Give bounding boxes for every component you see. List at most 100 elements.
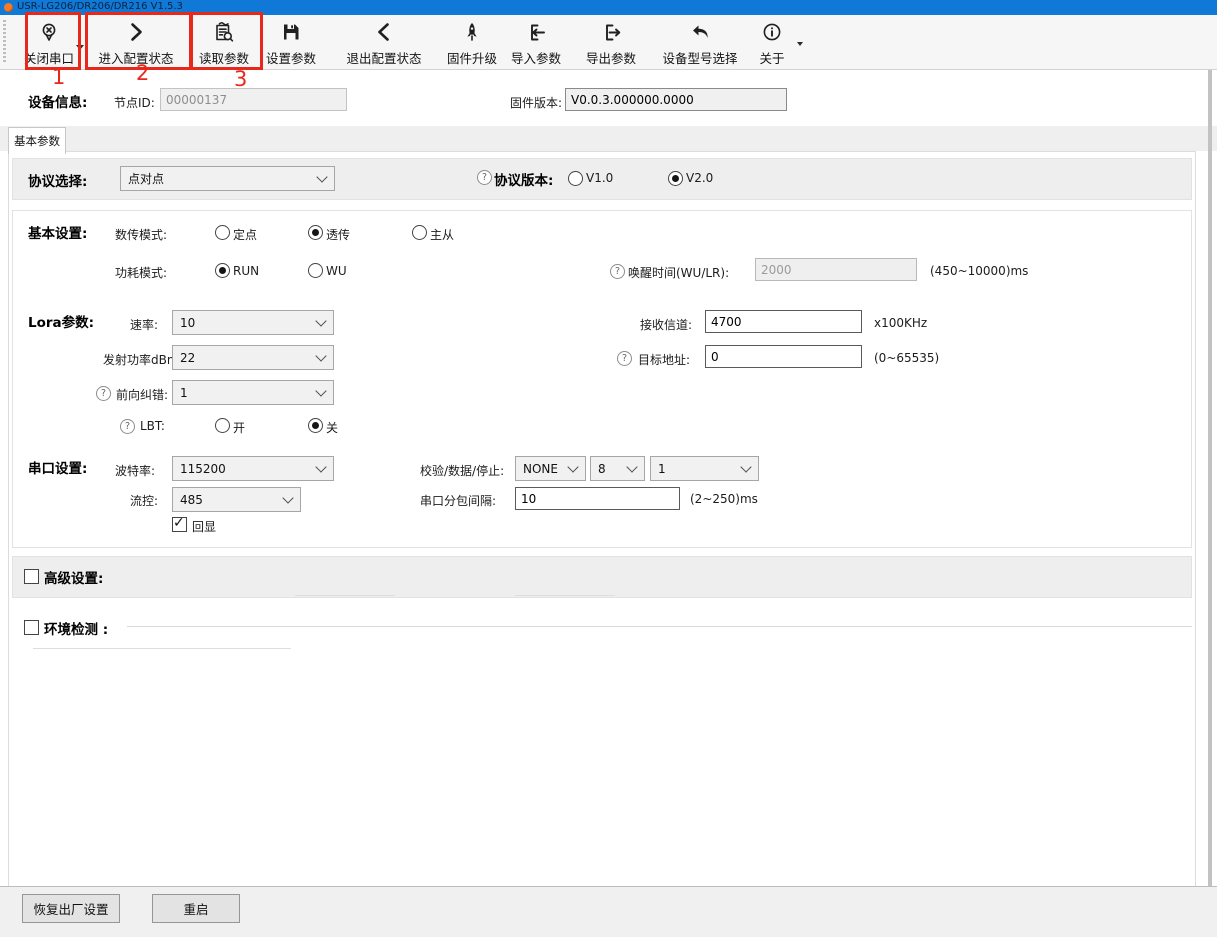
echo-label: 回显 — [192, 518, 216, 535]
target-addr-field[interactable] — [705, 345, 862, 368]
radio-lbt-on[interactable] — [215, 418, 230, 433]
protocol-select-label: 协议选择: — [28, 170, 87, 190]
tx-power-value: 22 — [180, 351, 195, 365]
chevron-down-icon — [315, 461, 326, 472]
power-mode-label: 功耗模式: — [115, 264, 167, 281]
annotation-box-1 — [25, 12, 81, 70]
fec-value: 1 — [180, 386, 188, 400]
radio-protocol-v1-label: V1.0 — [586, 171, 613, 185]
toolbar-button-label: 设备型号选择 — [662, 52, 737, 66]
packet-interval-label: 串口分包间隔: — [420, 492, 496, 509]
flow-control-label: 流控: — [130, 492, 158, 509]
toolbar-button-label: 导入参数 — [511, 52, 561, 66]
baud-label: 波特率: — [115, 462, 155, 479]
import-params-button[interactable]: 导入参数 — [508, 18, 564, 66]
radio-protocol-v1[interactable] — [568, 171, 583, 186]
rx-channel-unit: x100KHz — [874, 316, 927, 330]
tab-strip — [0, 126, 1217, 151]
toolbar-button-label: 退出配置状态 — [346, 52, 421, 66]
annotation-number-3: 3 — [234, 69, 247, 90]
toolbar-button-label: 固件升级 — [447, 52, 497, 66]
radio-lbt-off-label: 关 — [326, 419, 338, 436]
packet-interval-hint: (2~250)ms — [690, 492, 758, 506]
protocol-version-label: 协议版本: — [494, 169, 553, 189]
tx-power-label: 发射功率dBm: — [103, 351, 183, 368]
radio-mode-fixed[interactable] — [215, 225, 230, 240]
data-bits-value: 8 — [598, 462, 606, 476]
parity-dropdown[interactable]: NONE — [515, 456, 586, 481]
scrollbar[interactable] — [1208, 70, 1212, 936]
radio-protocol-v2-label: V2.0 — [686, 171, 713, 185]
rx-channel-field[interactable] — [705, 310, 862, 333]
chevron-down-icon — [316, 171, 327, 182]
radio-protocol-v2[interactable] — [668, 171, 683, 186]
echo-checkbox[interactable] — [172, 517, 187, 532]
toolbar-button-label: 导出参数 — [586, 52, 636, 66]
tx-power-dropdown[interactable]: 22 — [172, 345, 334, 370]
help-icon: ? — [120, 419, 135, 434]
chevron-down-icon — [740, 461, 751, 472]
restart-button[interactable]: 重启 — [152, 894, 240, 923]
divider — [295, 595, 395, 596]
rate-label: 速率: — [130, 316, 158, 333]
toolbar-overflow-arrow-icon[interactable] — [797, 42, 803, 46]
toolbar-button-label: 关于 — [759, 52, 784, 66]
stop-bits-value: 1 — [658, 462, 666, 476]
set-params-button[interactable]: 设置参数 — [263, 18, 319, 66]
wake-time-field[interactable] — [755, 258, 917, 281]
baud-value: 115200 — [180, 462, 226, 476]
advanced-settings-band — [12, 556, 1192, 598]
firmware-upgrade-button[interactable]: 固件升级 — [444, 18, 500, 66]
stop-bits-dropdown[interactable]: 1 — [650, 456, 759, 481]
radio-lbt-off[interactable] — [308, 418, 323, 433]
chevron-down-icon — [315, 385, 326, 396]
radio-mode-master-slave[interactable] — [412, 225, 427, 240]
about-button[interactable]: 关于 — [754, 18, 790, 66]
toolbar-button-label: 设置参数 — [266, 52, 316, 66]
protocol-select-value: 点对点 — [128, 170, 164, 187]
export-params-button[interactable]: 导出参数 — [583, 18, 639, 66]
export-icon — [600, 18, 622, 45]
help-icon: ? — [610, 264, 625, 279]
target-addr-label: 目标地址: — [638, 351, 690, 368]
parity-value: NONE — [523, 462, 558, 476]
radio-mode-transparent[interactable] — [308, 225, 323, 240]
firmware-field[interactable] — [565, 88, 787, 111]
advanced-settings-checkbox[interactable] — [24, 569, 39, 584]
device-model-select-button[interactable]: 设备型号选择 — [658, 18, 742, 66]
exit-config-button[interactable]: 退出配置状态 — [344, 18, 424, 66]
help-icon: ? — [617, 351, 632, 366]
radio-mode-master-slave-label: 主从 — [430, 226, 454, 243]
divider — [515, 595, 615, 596]
target-addr-hint: (0~65535) — [874, 351, 939, 365]
lbt-label: LBT: — [140, 419, 165, 433]
data-bits-dropdown[interactable]: 8 — [590, 456, 645, 481]
save-icon — [280, 18, 302, 45]
tab-basic-params[interactable]: 基本参数 — [8, 127, 66, 154]
app-window: USR-LG206/DR206/DR216 V1.5.3 关闭串口 进入配置状态 — [0, 0, 1217, 937]
divider — [127, 626, 1192, 627]
baud-dropdown[interactable]: 115200 — [172, 456, 334, 481]
chevron-left-icon — [373, 18, 395, 45]
factory-reset-button[interactable]: 恢复出厂设置 — [22, 894, 120, 923]
rocket-icon — [461, 18, 483, 45]
help-icon: ? — [477, 170, 492, 185]
environment-checkbox[interactable] — [24, 620, 39, 635]
radio-power-wu[interactable] — [308, 263, 323, 278]
undo-arrow-icon — [689, 18, 711, 45]
toolbar-grip-handle[interactable] — [3, 20, 6, 64]
flow-control-dropdown[interactable]: 485 — [172, 487, 301, 512]
packet-interval-field[interactable] — [515, 487, 680, 510]
radio-power-run[interactable] — [215, 263, 230, 278]
chevron-down-icon — [626, 461, 637, 472]
fec-dropdown[interactable]: 1 — [172, 380, 334, 405]
rate-dropdown[interactable]: 10 — [172, 310, 334, 335]
node-id-label: 节点ID: — [114, 94, 155, 111]
node-id-field[interactable] — [160, 88, 347, 111]
radio-mode-fixed-label: 定点 — [233, 226, 257, 243]
wake-time-hint: (450~10000)ms — [930, 264, 1028, 278]
advanced-settings-title: 高级设置: — [44, 567, 103, 587]
import-icon — [525, 18, 547, 45]
protocol-select-dropdown[interactable]: 点对点 — [120, 166, 335, 191]
flow-control-value: 485 — [180, 493, 203, 507]
